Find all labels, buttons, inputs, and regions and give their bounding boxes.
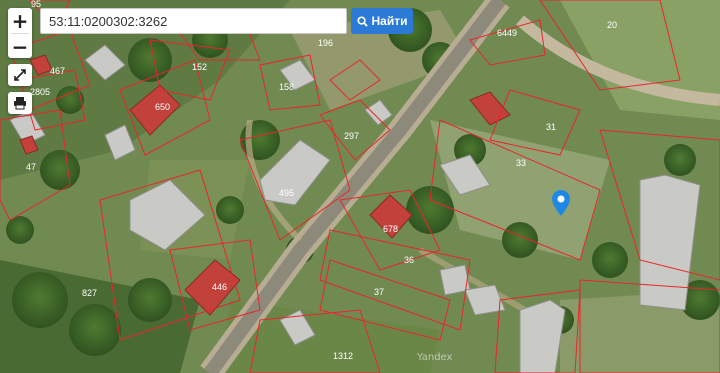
- printer-icon: [14, 97, 26, 110]
- search-input[interactable]: [40, 8, 347, 34]
- location-pin-icon[interactable]: [552, 190, 570, 216]
- find-button-label: Найти: [371, 14, 408, 28]
- find-button[interactable]: Найти: [351, 8, 413, 34]
- zoom-out-button[interactable]: −: [8, 34, 32, 59]
- expand-icon: [14, 69, 26, 81]
- map-watermark: Yandex: [417, 352, 453, 363]
- zoom-control: + −: [8, 8, 32, 59]
- search-icon: [356, 15, 368, 27]
- satellite-map[interactable]: [0, 0, 720, 373]
- print-button[interactable]: [8, 92, 32, 114]
- zoom-in-button[interactable]: +: [8, 8, 32, 33]
- fullscreen-button[interactable]: [8, 64, 32, 86]
